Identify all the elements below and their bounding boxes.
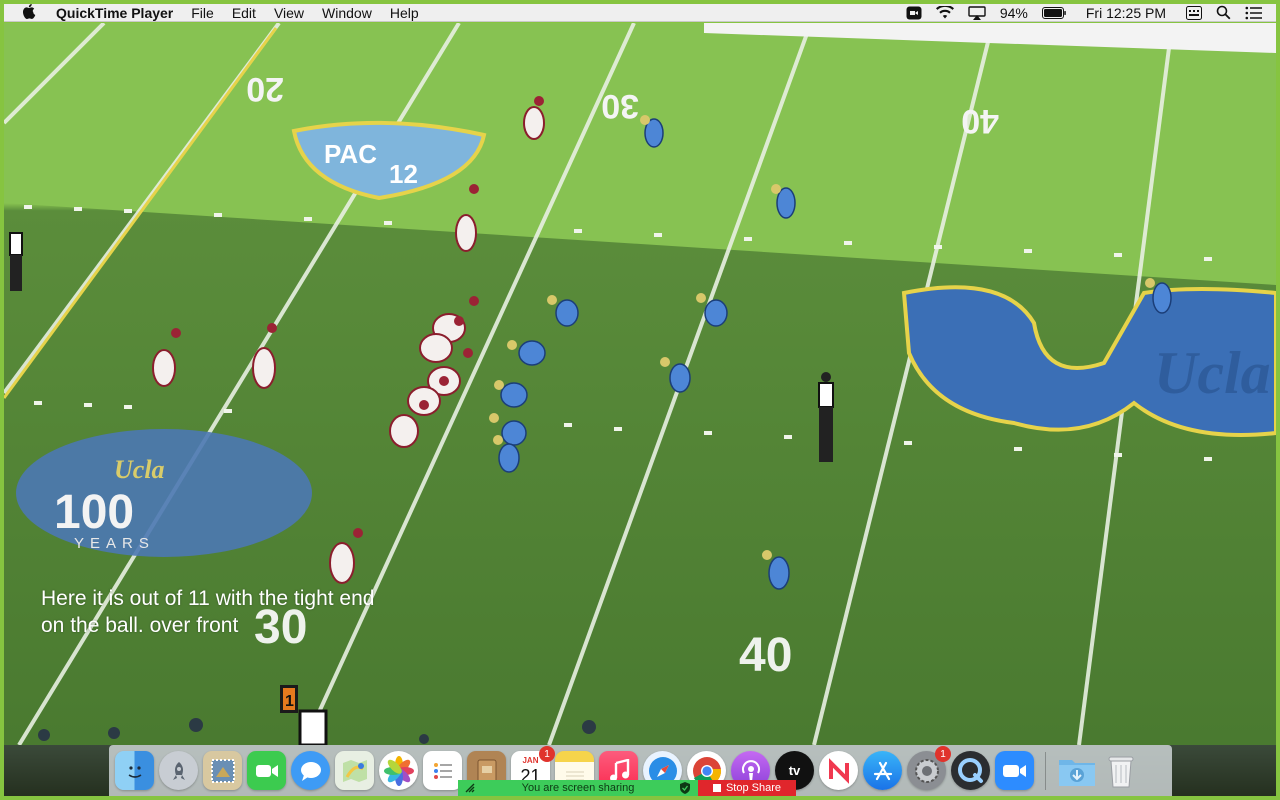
- yard-number-20: 20: [246, 70, 284, 108]
- zoom-camera-icon[interactable]: [995, 751, 1034, 790]
- map-icon[interactable]: [335, 751, 374, 790]
- trash-icon[interactable]: [1101, 751, 1140, 790]
- speech-bubble-icon[interactable]: [291, 751, 330, 790]
- checklist-icon[interactable]: [423, 751, 462, 790]
- finder-icon[interactable]: [115, 751, 154, 790]
- yard-number-40-near: 40: [739, 629, 792, 682]
- keyboard-input-icon[interactable]: [1186, 5, 1202, 20]
- status-items: 94% Fri 12:25 PM: [906, 4, 1276, 22]
- stop-share-label: Stop Share: [725, 782, 782, 794]
- screen-share-toolbar: You are screen sharing Stop Share: [458, 780, 796, 796]
- svg-text:Ucla: Ucla: [114, 455, 165, 484]
- ucla-100-years-logo: Ucla 100 YEARS: [16, 429, 312, 557]
- rocket-icon[interactable]: [159, 751, 198, 790]
- stop-share-button[interactable]: Stop Share: [698, 780, 796, 796]
- stamp-icon[interactable]: [203, 751, 242, 790]
- svg-text:12: 12: [389, 159, 418, 189]
- spotlight-search-icon[interactable]: [1216, 5, 1231, 20]
- dock-divider: [1045, 751, 1046, 790]
- yard-number-40-far: 40: [961, 102, 999, 140]
- drag-handle-icon[interactable]: [464, 782, 476, 797]
- menu-edit[interactable]: Edit: [223, 4, 265, 22]
- video-camera-icon[interactable]: [247, 751, 286, 790]
- svg-text:YEARS: YEARS: [74, 535, 155, 552]
- svg-text:PAC: PAC: [324, 139, 377, 169]
- app-store-icon[interactable]: [863, 751, 902, 790]
- system-preferences-badge: 1: [935, 746, 951, 762]
- app-menu-quicktime[interactable]: QuickTime Player: [44, 4, 182, 22]
- airplay-icon[interactable]: [968, 5, 986, 20]
- news-icon[interactable]: [819, 751, 858, 790]
- menu-bar: QuickTime Player File Edit View Window H…: [4, 3, 1276, 22]
- battery-icon[interactable]: [1041, 6, 1066, 19]
- screen-sharing-status[interactable]: You are screen sharing: [458, 780, 698, 796]
- annotation-caption: Here it is out of 11 with the tight end …: [41, 587, 375, 637]
- quicktime-icon[interactable]: [951, 751, 990, 790]
- wifi-icon[interactable]: [935, 6, 954, 19]
- svg-text:100: 100: [54, 486, 134, 539]
- stop-icon: [712, 784, 721, 792]
- menu-help[interactable]: Help: [381, 4, 428, 22]
- flower-icon[interactable]: [379, 751, 418, 790]
- yard-number-30-far: 30: [601, 87, 639, 125]
- apple-menu-icon[interactable]: [14, 3, 44, 22]
- gear-icon[interactable]: 1: [907, 746, 951, 790]
- calendar-badge: 1: [539, 746, 555, 762]
- svg-text:1: 1: [285, 693, 294, 710]
- notification-center-icon[interactable]: [1245, 6, 1262, 20]
- clock[interactable]: Fri 12:25 PM: [1080, 4, 1172, 22]
- menu-window[interactable]: Window: [313, 4, 381, 22]
- screen-sharing-label: You are screen sharing: [521, 782, 635, 794]
- menu-file[interactable]: File: [182, 4, 223, 22]
- video-player[interactable]: 20 30 40 30 40 PAC 12 Ucla 100 YEARS Ucl…: [4, 23, 1276, 745]
- zoom-status-icon[interactable]: [906, 6, 922, 20]
- download-folder-icon[interactable]: [1057, 751, 1096, 790]
- down-marker: 1: [280, 685, 298, 713]
- battery-percent[interactable]: 94%: [1000, 4, 1028, 22]
- security-shield-icon: [680, 782, 690, 797]
- svg-text:Ucla: Ucla: [1154, 340, 1271, 406]
- menu-view[interactable]: View: [265, 4, 313, 22]
